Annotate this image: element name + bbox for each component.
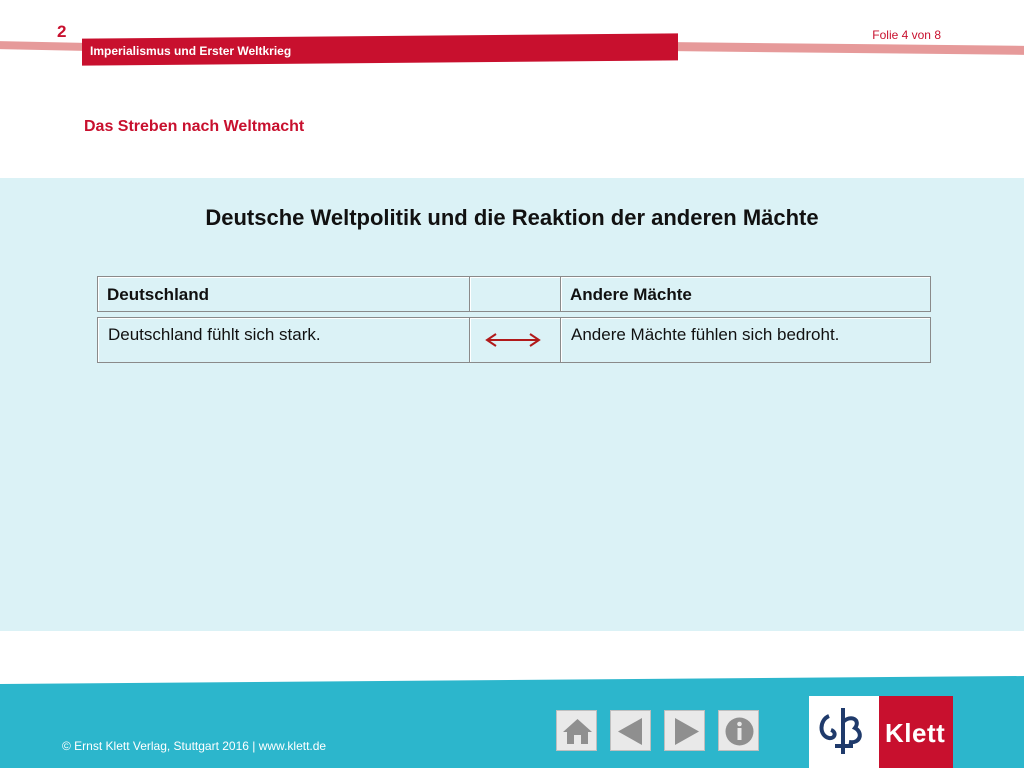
klett-logo: Klett (809, 696, 953, 768)
table-header-cell (469, 276, 561, 312)
copyright-text: © Ernst Klett Verlag, Stuttgart 2016 | w… (62, 739, 327, 753)
table-header-right: Andere Mächte (570, 285, 692, 304)
chapter-number: 2 (57, 22, 67, 41)
info-icon (725, 717, 754, 746)
table-cell-right: Andere Mächte fühlen sich bedroht. (571, 325, 840, 344)
double-arrow-icon (485, 333, 541, 347)
slide-subtitle: Das Streben nach Weltmacht (84, 118, 305, 135)
table-header-left: Deutschland (107, 285, 210, 304)
header-band-left (0, 41, 84, 51)
footer: © Ernst Klett Verlag, Stuttgart 2016 | w… (0, 676, 1024, 768)
info-button[interactable] (718, 710, 759, 751)
chapter-title: Imperialismus und Erster Weltkrieg (90, 44, 292, 58)
home-button[interactable] (556, 710, 597, 751)
table-cell-left: Deutschland fühlt sich stark. (108, 325, 321, 344)
header-band-right (676, 42, 1024, 55)
logo-wordmark-box: Klett (879, 696, 953, 768)
table-row-cell (469, 317, 561, 363)
slide-title: Deutsche Weltpolitik und die Reaktion de… (205, 205, 819, 230)
table-header-cell: Andere Mächte (560, 276, 931, 312)
triangle-right-icon (675, 718, 699, 745)
next-button[interactable] (664, 710, 705, 751)
content-area: Deutsche Weltpolitik und die Reaktion de… (0, 178, 1024, 631)
logo-wordmark: Klett (885, 718, 946, 748)
previous-button[interactable] (610, 710, 651, 751)
table-row-cell: Andere Mächte fühlen sich bedroht. (560, 317, 931, 363)
triangle-left-icon (618, 718, 642, 745)
klett-emblem-icon (819, 708, 862, 754)
home-icon (563, 719, 592, 744)
table-row-cell: Deutschland fühlt sich stark. (97, 317, 470, 363)
table-header-cell: Deutschland (97, 276, 470, 312)
slide-counter: Folie 4 von 8 (872, 28, 941, 42)
